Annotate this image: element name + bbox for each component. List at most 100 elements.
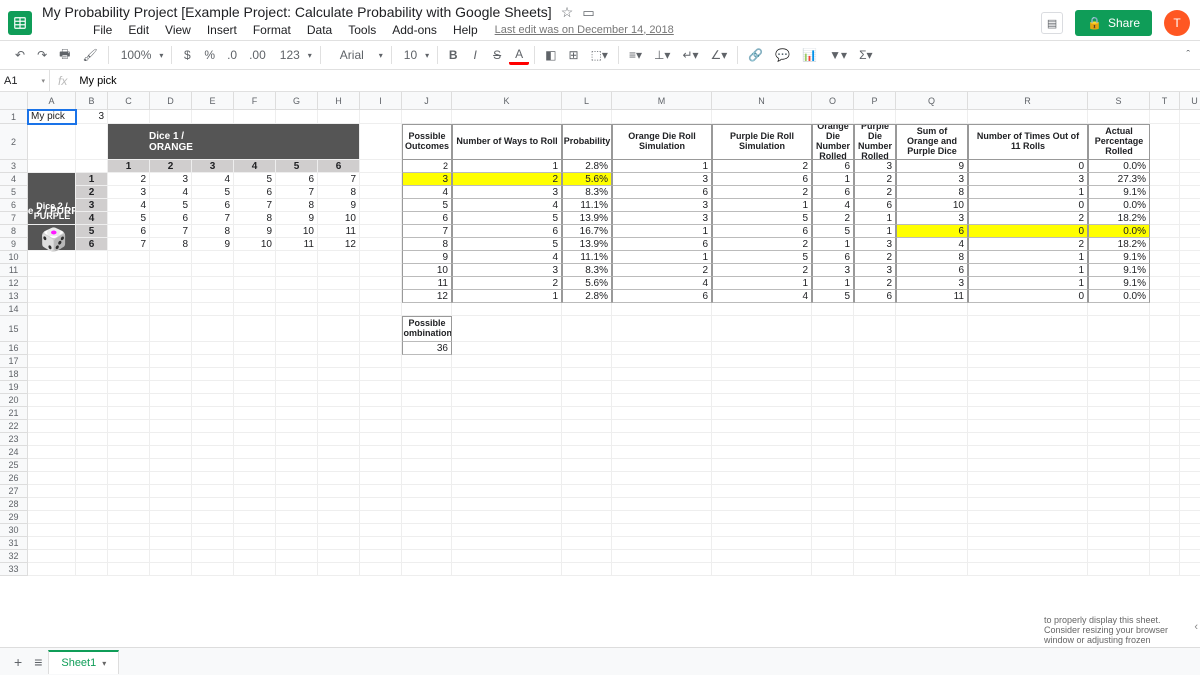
cell-O7[interactable]: 2 (812, 212, 854, 225)
cell-J3[interactable]: 2 (402, 160, 452, 173)
cell-F7[interactable]: 8 (234, 212, 276, 225)
cell-E4[interactable]: 4 (192, 173, 234, 186)
cell-O12[interactable]: 1 (812, 277, 854, 290)
cell-S10[interactable]: 9.1% (1088, 251, 1150, 264)
col-header[interactable]: K (452, 92, 562, 110)
cell-M11[interactable]: 2 (612, 264, 712, 277)
col-header[interactable]: S (1088, 92, 1150, 110)
print-button[interactable]: 🖶 (54, 42, 75, 69)
menu-tools[interactable]: Tools (341, 20, 383, 40)
col-header[interactable]: E (192, 92, 234, 110)
cell-E6[interactable]: 6 (192, 199, 234, 212)
cell-P5[interactable]: 2 (854, 186, 896, 199)
cell-M5[interactable]: 6 (612, 186, 712, 199)
cell-J4[interactable]: 3 (402, 173, 452, 186)
cell-Q12[interactable]: 3 (896, 277, 968, 290)
cell-Q3[interactable]: 9 (896, 160, 968, 173)
row-header[interactable]: 26 (0, 472, 28, 485)
col-header[interactable]: M (612, 92, 712, 110)
cell-S8[interactable]: 0.0% (1088, 225, 1150, 238)
cell-O9[interactable]: 1 (812, 238, 854, 251)
halign-button[interactable]: ≡▾ (624, 45, 647, 65)
cell-C7[interactable]: 5 (108, 212, 150, 225)
fontsize-dropdown[interactable]: 10 (397, 45, 432, 65)
cell-Q11[interactable]: 6 (896, 264, 968, 277)
row-header[interactable]: 15 (0, 316, 28, 342)
cell-E5[interactable]: 5 (192, 186, 234, 199)
cell-K2[interactable]: Number of Ways to Roll (452, 124, 562, 160)
cell-C9[interactable]: 7 (108, 238, 150, 251)
cell-R9[interactable]: 2 (968, 238, 1088, 251)
menu-add-ons[interactable]: Add-ons (385, 20, 444, 40)
last-edit-link[interactable]: Last edit was on December 14, 2018 (495, 24, 674, 36)
row-header[interactable]: 12 (0, 277, 28, 290)
cell-O11[interactable]: 3 (812, 264, 854, 277)
cell-Q6[interactable]: 10 (896, 199, 968, 212)
sheet-tab[interactable]: Sheet1 (48, 650, 119, 674)
doc-title[interactable]: My Probability Project [Example Project:… (42, 4, 552, 20)
format-dropdown[interactable]: 123 (273, 45, 315, 65)
col-header[interactable]: F (234, 92, 276, 110)
cell-G6[interactable]: 8 (276, 199, 318, 212)
cell-K8[interactable]: 6 (452, 225, 562, 238)
cell-B7[interactable]: 4 (76, 212, 108, 225)
cell-O3[interactable]: 6 (812, 160, 854, 173)
cell-R11[interactable]: 1 (968, 264, 1088, 277)
cell-R5[interactable]: 1 (968, 186, 1088, 199)
row-header[interactable]: 33 (0, 563, 28, 576)
textcolor-button[interactable]: A (509, 46, 529, 65)
cell-L6[interactable]: 11.1% (562, 199, 612, 212)
cell-F5[interactable]: 6 (234, 186, 276, 199)
cell-N12[interactable]: 1 (712, 277, 812, 290)
rotate-button[interactable]: ∠▾ (706, 45, 733, 65)
col-header[interactable]: A (28, 92, 76, 110)
cell-S5[interactable]: 9.1% (1088, 186, 1150, 199)
col-header[interactable]: O (812, 92, 854, 110)
row-header[interactable]: 8 (0, 225, 28, 238)
menu-view[interactable]: View (158, 20, 198, 40)
cell-G7[interactable]: 9 (276, 212, 318, 225)
row-header[interactable]: 6 (0, 199, 28, 212)
side-panel-toggle[interactable]: ‹ (1194, 621, 1198, 633)
row-header[interactable]: 11 (0, 264, 28, 277)
row-header[interactable]: 1 (0, 110, 28, 124)
row-header[interactable]: 21 (0, 407, 28, 420)
row-header[interactable]: 14 (0, 303, 28, 316)
cell-B5[interactable]: 2 (76, 186, 108, 199)
cell-P6[interactable]: 6 (854, 199, 896, 212)
col-header[interactable]: P (854, 92, 896, 110)
cell-C6[interactable]: 4 (108, 199, 150, 212)
cell-K4[interactable]: 2 (452, 173, 562, 186)
cell-M10[interactable]: 1 (612, 251, 712, 264)
spreadsheet-grid[interactable]: ABCDEFGHIJKLMNOPQRSTUV 12345678910111213… (0, 92, 1200, 646)
cell-N8[interactable]: 6 (712, 225, 812, 238)
undo-button[interactable]: ↶ (10, 45, 30, 65)
cell-B6[interactable]: 3 (76, 199, 108, 212)
currency-button[interactable]: $ (177, 45, 197, 65)
row-header[interactable]: 16 (0, 342, 28, 355)
menu-insert[interactable]: Insert (200, 20, 244, 40)
comments-button[interactable]: ▤ (1041, 12, 1063, 34)
row-header[interactable]: 28 (0, 498, 28, 511)
cell-M6[interactable]: 3 (612, 199, 712, 212)
menu-help[interactable]: Help (446, 20, 485, 40)
chart-button[interactable]: 📊 (797, 45, 822, 65)
link-button[interactable]: 🔗 (743, 45, 768, 65)
cell-S11[interactable]: 9.1% (1088, 264, 1150, 277)
cell-L11[interactable]: 8.3% (562, 264, 612, 277)
cell-S6[interactable]: 0.0% (1088, 199, 1150, 212)
row-header[interactable]: 10 (0, 251, 28, 264)
wrap-button[interactable]: ↵▾ (677, 45, 703, 65)
cell-N10[interactable]: 5 (712, 251, 812, 264)
cell-N4[interactable]: 6 (712, 173, 812, 186)
cell-M3[interactable]: 1 (612, 160, 712, 173)
cell-F3[interactable]: 4 (234, 160, 276, 173)
all-sheets-button[interactable]: ≡ (28, 650, 48, 674)
sheets-logo[interactable] (8, 11, 32, 35)
cell-L2[interactable]: Probability (562, 124, 612, 160)
cell-J13[interactable]: 12 (402, 290, 452, 303)
row-header[interactable]: 13 (0, 290, 28, 303)
move-icon[interactable]: ▭ (582, 5, 594, 20)
add-sheet-button[interactable]: + (8, 650, 28, 674)
cell-M12[interactable]: 4 (612, 277, 712, 290)
